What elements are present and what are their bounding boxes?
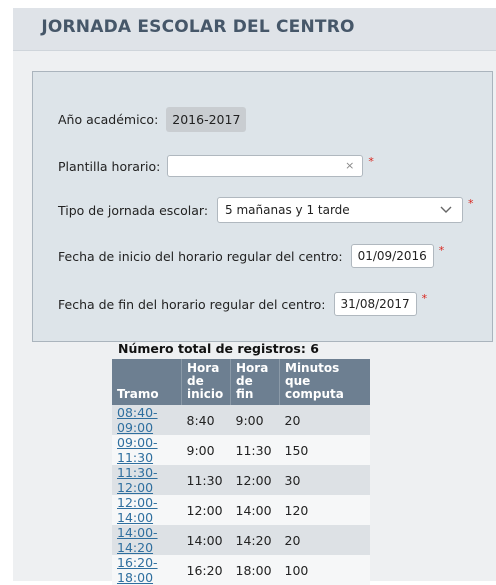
tramo-link[interactable]: 14:00-14:20 xyxy=(117,525,158,555)
tramo-link[interactable]: 11:30-12:00 xyxy=(117,465,158,495)
tramo-cell: 09:00-11:30 xyxy=(112,435,182,465)
start-date-label: Fecha de inicio del horario regular del … xyxy=(58,248,343,264)
academic-year-label: Año académico: xyxy=(58,112,159,127)
tramo-cell: 08:40-09:00 xyxy=(112,405,182,435)
schedule-template-input[interactable]: × xyxy=(167,155,364,177)
academic-year-row: Año académico: 2016-2017 xyxy=(58,107,247,132)
academic-year-value: 2016-2017 xyxy=(166,107,247,132)
start-time-cell: 9:00 xyxy=(181,435,231,465)
start-time-cell: 11:30 xyxy=(181,465,231,495)
column-header-minutes: Minutos que computa xyxy=(279,359,370,405)
minutes-cell: 20 xyxy=(279,525,370,555)
start-time-cell: 12:00 xyxy=(181,495,231,525)
required-mark: * xyxy=(468,197,474,210)
table-row: 09:00-11:30 9:00 11:30 150 xyxy=(112,435,370,465)
required-mark: * xyxy=(438,244,445,257)
column-header-start: Hora de inicio xyxy=(181,359,231,405)
required-mark: * xyxy=(421,292,428,305)
tramo-cell: 12:00-14:00 xyxy=(112,495,182,525)
tramo-link[interactable]: 12:00-14:00 xyxy=(117,495,158,525)
title-bar: JORNADA ESCOLAR DEL CENTRO xyxy=(13,8,496,51)
end-time-cell: 11:30 xyxy=(230,435,280,465)
page-title: JORNADA ESCOLAR DEL CENTRO xyxy=(41,17,355,37)
tramo-link[interactable]: 08:40-09:00 xyxy=(117,405,158,435)
start-date-row: Fecha de inicio del horario regular del … xyxy=(58,244,444,268)
column-header-end: Hora de fin xyxy=(230,359,280,405)
table-row: 12:00-14:00 12:00 14:00 120 xyxy=(112,495,370,525)
minutes-cell: 150 xyxy=(279,435,370,465)
end-time-cell: 9:00 xyxy=(230,405,280,435)
tramo-link[interactable]: 09:00-11:30 xyxy=(117,435,158,465)
schedule-template-label: Plantilla horario: xyxy=(58,158,161,174)
chevron-down-icon xyxy=(440,206,452,213)
minutes-cell: 120 xyxy=(279,495,370,525)
school-day-type-label: Tipo de jornada escolar: xyxy=(58,202,209,218)
required-mark: * xyxy=(368,155,374,168)
minutes-cell: 30 xyxy=(279,465,370,495)
schedule-template-row: Plantilla horario: × * xyxy=(58,155,374,177)
minutes-cell: 20 xyxy=(279,405,370,435)
start-time-cell: 14:00 xyxy=(181,525,231,555)
tramos-table: Tramo Hora de inicio Hora de fin Minutos qu… xyxy=(112,359,370,585)
start-date-input[interactable]: 01/09/2016 xyxy=(350,244,434,268)
start-time-cell: 8:40 xyxy=(181,405,231,435)
page-container: JORNADA ESCOLAR DEL CENTRO Año académico… xyxy=(13,8,496,585)
table-row: 08:40-09:00 8:40 9:00 20 xyxy=(112,405,370,435)
school-day-type-value: 5 mañanas y 1 tarde xyxy=(225,203,350,217)
end-date-row: Fecha de fin del horario regular del cen… xyxy=(58,292,427,316)
close-icon[interactable]: × xyxy=(345,159,354,172)
tramo-cell: 11:30-12:00 xyxy=(112,465,182,495)
end-time-cell: 14:00 xyxy=(230,495,280,525)
table-row: 11:30-12:00 11:30 12:00 30 xyxy=(112,465,370,495)
school-day-type-select[interactable]: 5 mañanas y 1 tarde xyxy=(217,197,464,223)
end-time-cell: 14:20 xyxy=(230,525,280,555)
school-day-form: Año académico: 2016-2017 Plantilla horar… xyxy=(32,71,493,342)
end-date-input[interactable]: 31/08/2017 xyxy=(333,292,417,316)
table-header-row: Tramo Hora de inicio Hora de fin Minutos qu… xyxy=(112,359,370,405)
column-header-tramo: Tramo xyxy=(112,359,182,405)
table-row: 14:00-14:20 14:00 14:20 20 xyxy=(112,525,370,555)
tramo-cell: 14:00-14:20 xyxy=(112,525,182,555)
records-total: Número total de registros: 6 xyxy=(118,341,319,356)
end-date-label: Fecha de fin del horario regular del cen… xyxy=(58,296,326,312)
end-time-cell: 12:00 xyxy=(230,465,280,495)
school-day-type-row: Tipo de jornada escolar: 5 mañanas y 1 t… xyxy=(58,197,474,223)
